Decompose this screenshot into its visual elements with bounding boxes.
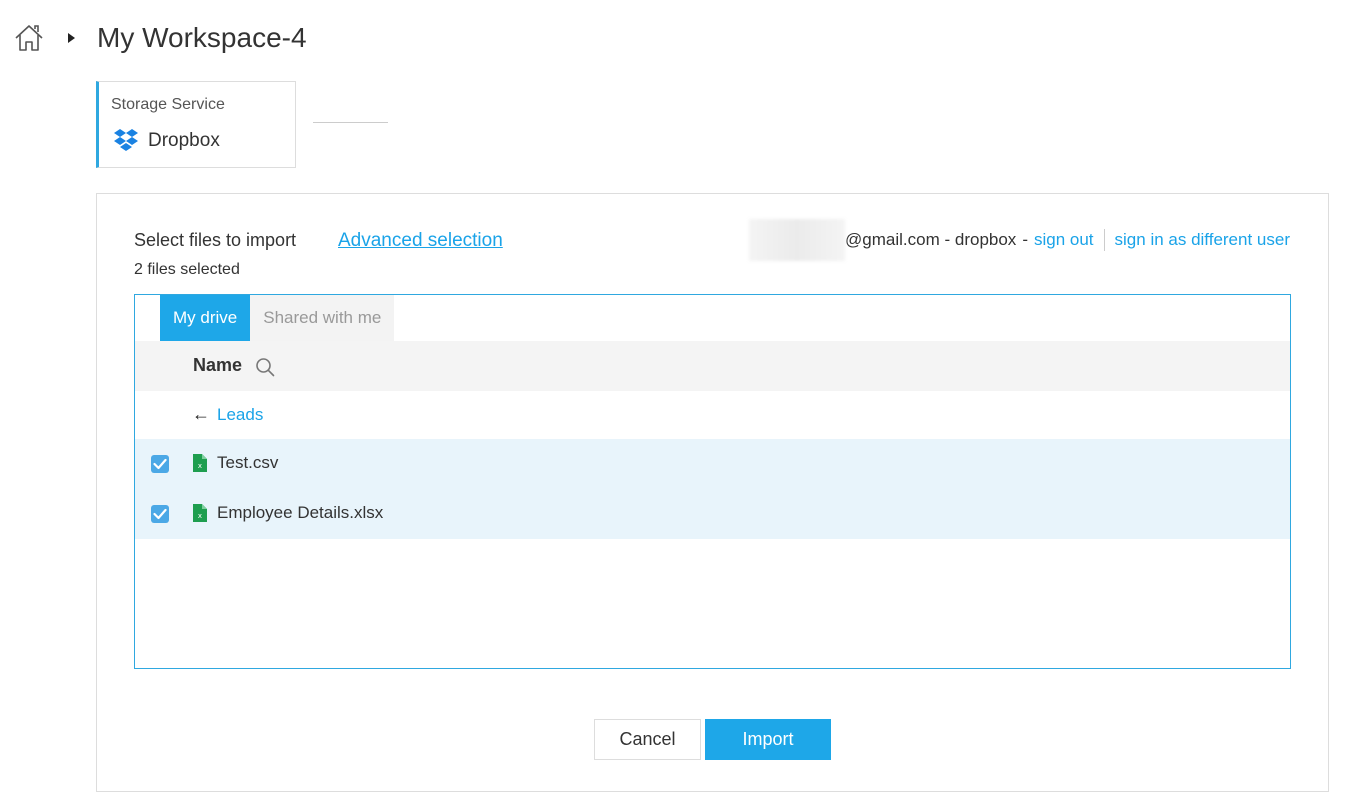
column-name-label: Name: [193, 355, 243, 375]
tab-my-drive[interactable]: My drive: [160, 295, 251, 341]
account-separator: -: [1022, 230, 1028, 249]
file-browser: My drive Shared with me Name ← Leads x T…: [134, 294, 1291, 669]
table-row[interactable]: x Employee Details.xlsx: [135, 489, 1290, 539]
checkmark-icon: [153, 458, 167, 470]
tab-shared-with-me[interactable]: Shared with me: [250, 295, 395, 341]
parent-folder-row[interactable]: ← Leads: [135, 391, 1290, 439]
import-panel: Select files to import Advanced selectio…: [96, 193, 1329, 792]
file-name[interactable]: Employee Details.xlsx: [217, 503, 383, 523]
email-redacted: [749, 219, 846, 261]
checkmark-icon: [153, 508, 167, 520]
search-icon[interactable]: [255, 357, 275, 377]
svg-text:x: x: [198, 512, 202, 520]
storage-service-name: Dropbox: [148, 130, 220, 151]
back-arrow-icon[interactable]: ←: [192, 404, 210, 425]
parent-folder-link[interactable]: Leads: [217, 405, 263, 425]
account-area: @gmail.com - dropbox - sign out sign in …: [749, 219, 1290, 261]
drive-tabs: My drive Shared with me: [160, 295, 395, 341]
email-suffix: @gmail.com - dropbox: [845, 230, 1017, 249]
spreadsheet-file-icon: x: [193, 504, 207, 522]
cancel-button[interactable]: Cancel: [594, 719, 701, 760]
sign-out-link[interactable]: sign out: [1034, 230, 1094, 250]
caret-right-icon: [68, 33, 75, 43]
file-checkbox[interactable]: [151, 505, 169, 523]
header: My Workspace-4: [0, 0, 1349, 76]
import-button[interactable]: Import: [705, 719, 831, 760]
link-divider: [1103, 229, 1105, 251]
spreadsheet-file-icon: x: [193, 454, 207, 472]
file-name[interactable]: Test.csv: [217, 453, 278, 473]
sign-in-different-user-link[interactable]: sign in as different user: [1115, 230, 1290, 250]
file-checkbox[interactable]: [151, 455, 169, 473]
files-selected-count: 2 files selected: [134, 261, 240, 278]
storage-connector-line: [313, 122, 388, 123]
column-header: Name: [135, 341, 1290, 391]
table-row[interactable]: x Test.csv: [135, 439, 1290, 489]
svg-text:x: x: [198, 462, 202, 470]
dropbox-icon: [114, 129, 138, 151]
advanced-selection-link[interactable]: Advanced selection: [338, 230, 503, 252]
storage-service-card[interactable]: Storage Service Dropbox: [96, 81, 296, 168]
home-icon[interactable]: [13, 22, 45, 54]
select-files-label: Select files to import: [134, 230, 297, 250]
page-title: My Workspace-4: [97, 22, 307, 53]
storage-service-label: Storage Service: [111, 96, 225, 113]
